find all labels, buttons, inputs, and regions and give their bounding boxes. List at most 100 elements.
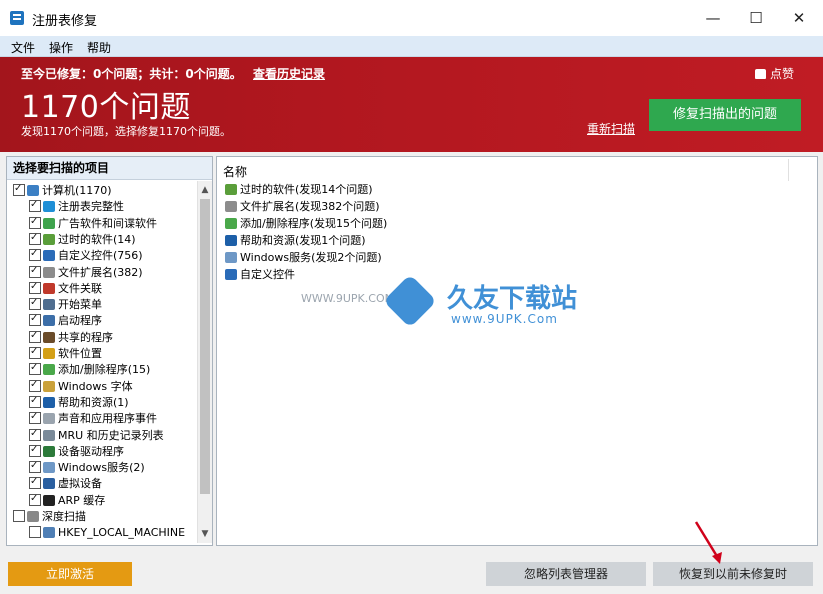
tree-item-checkbox[interactable] [29,263,41,279]
tree-item-icon [43,478,55,490]
tree-item-checkbox[interactable] [29,344,41,360]
watermark-subtitle: www.9UPK.Com [451,312,558,326]
result-row-icon [225,184,237,195]
scroll-down-arrow-icon[interactable]: ▼ [198,527,212,541]
result-row[interactable]: 过时的软件(发现14个问题) [225,182,373,198]
maximize-button[interactable]: ☐ [733,0,779,36]
tree-item[interactable]: 文件关联 [29,279,102,297]
tree-item[interactable]: 帮助和资源(1) [29,393,129,411]
tree-item[interactable]: Windows 字体 [29,377,133,395]
tree-item[interactable]: MRU 和历史记录列表 [29,426,164,444]
result-row[interactable]: 文件扩展名(发现382个问题) [225,199,380,215]
tree-item[interactable]: 设备驱动程序 [29,442,124,460]
watermark-logo-icon [383,274,437,328]
tree-item-checkbox[interactable] [13,510,25,522]
tree-item-checkbox[interactable] [29,328,41,344]
tree-item-checkbox[interactable] [29,279,41,295]
tree-item-checkbox[interactable] [29,377,41,393]
tree-item-checkbox[interactable] [29,246,41,262]
tree-item-label: 设备驱动程序 [58,444,124,458]
result-row-label: 过时的软件(发现14个问题) [240,183,373,196]
tree-item[interactable]: 过时的软件(14) [29,230,136,248]
rescan-link[interactable]: 重新扫描 [587,120,635,137]
tree-item-checkbox[interactable] [29,442,41,458]
tree-item-icon [43,445,55,457]
thumbs-up-icon [755,69,766,79]
tree-item[interactable]: 启动程序 [29,311,102,329]
tree-item[interactable]: 添加/删除程序(15) [29,360,150,378]
tree-item-label: 声音和应用程序事件 [58,412,157,426]
scrollbar-thumb[interactable] [200,199,210,494]
activate-now-button[interactable]: 立即激活 [8,562,132,586]
result-row[interactable]: 帮助和资源(发现1个问题) [225,233,366,249]
tree-item[interactable]: 共享的程序 [29,328,113,346]
tree-item-icon [43,396,55,408]
tree-item-icon [43,233,55,245]
result-row-label: 添加/删除程序(发现15个问题) [240,217,388,230]
tree-item-icon [27,511,39,522]
tree-item[interactable]: HKEY_LOCAL_MACHINE [29,525,185,541]
tree-item[interactable]: 声音和应用程序事件 [29,409,157,427]
tree-item-checkbox[interactable] [29,311,41,327]
tree-item[interactable]: 开始菜单 [29,295,102,313]
menu-bar: 文件 操作 帮助 [0,36,823,57]
like-button[interactable]: 点赞 [755,65,794,82]
fix-problems-button[interactable]: 修复扫描出的问题 [649,99,801,131]
result-row-label: Windows服务(发现2个问题) [240,251,382,264]
tree-item-checkbox[interactable] [13,181,25,197]
view-history-link[interactable]: 查看历史记录 [253,65,325,82]
tree-item-label: 文件关联 [58,281,102,295]
scan-items-tree: 计算机(1170) 注册表完整性广告软件和间谍软件过时的软件(14) 自定义控件(7… [7,181,197,543]
tree-item-label: 注册表完整性 [58,200,124,214]
scroll-up-arrow-icon[interactable]: ▲ [198,183,212,197]
tree-item[interactable]: Windows服务(2) [29,458,145,476]
column-divider [788,159,789,181]
tree-item-label: 文件扩展名(382) [58,265,143,279]
tree-item[interactable]: 注册表完整性 [29,197,124,215]
tree-item-checkbox[interactable] [29,474,41,490]
menu-file[interactable]: 文件 [11,39,35,56]
result-row-icon [225,235,237,246]
tree-item-checkbox[interactable] [29,426,41,442]
name-column-header[interactable]: 名称 [223,163,247,180]
result-row[interactable]: Windows服务(发现2个问题) [225,250,382,266]
tree-item[interactable]: ARP 缓存 [29,491,105,509]
tree-item[interactable]: 计算机(1170) [13,181,112,199]
result-row-icon [225,269,237,280]
tree-item-checkbox[interactable] [29,230,41,246]
tree-item-checkbox[interactable] [29,491,41,507]
tree-item-icon [43,201,55,213]
tree-item[interactable]: 广告软件和间谍软件 [29,214,157,232]
tree-item-checkbox[interactable] [29,360,41,376]
menu-actions[interactable]: 操作 [49,39,73,56]
tree-item-label: HKEY_LOCAL_MACHINE [58,526,186,540]
restore-previous-button[interactable]: 恢复到以前未修复时 [653,562,813,586]
close-button[interactable]: ✕ [776,0,822,36]
minimize-button[interactable]: — [690,0,736,36]
tree-item-checkbox[interactable] [29,458,41,474]
tree-item-checkbox[interactable] [29,409,41,425]
tree-item-icon [43,282,55,294]
watermark-url: WWW.9UPK.COM [301,292,395,305]
tree-item-icon [43,348,55,359]
result-row[interactable]: 添加/删除程序(发现15个问题) [225,216,387,232]
tree-item-checkbox[interactable] [29,295,41,311]
tree-item-checkbox[interactable] [29,214,41,230]
tree-item-checkbox[interactable] [29,526,41,539]
tree-item[interactable]: 深度扫描 [13,509,86,525]
result-row-label: 自定义控件 [240,268,295,281]
tree-item[interactable]: 自定义控件(756) [29,246,143,264]
tree-item-checkbox[interactable] [29,197,41,213]
tree-item-label: 共享的程序 [58,330,113,344]
tree-item[interactable]: 文件扩展名(382) [29,263,143,281]
results-panel: 名称 过时的软件(发现14个问题) 文件扩展名(发现382个问题) 添加/删除程序(… [216,156,818,546]
menu-help[interactable]: 帮助 [87,39,111,56]
tree-item[interactable]: 软件位置 [29,344,102,362]
tree-item-label: 软件位置 [58,347,102,360]
tree-scrollbar[interactable]: ▲ ▼ [197,181,212,543]
problem-count-title: 1170个问题 [21,90,191,125]
result-row[interactable]: 自定义控件 [225,267,295,283]
tree-item-checkbox[interactable] [29,393,41,409]
tree-item[interactable]: 虚拟设备 [29,474,102,492]
ignore-list-manager-button[interactable]: 忽略列表管理器 [486,562,646,586]
